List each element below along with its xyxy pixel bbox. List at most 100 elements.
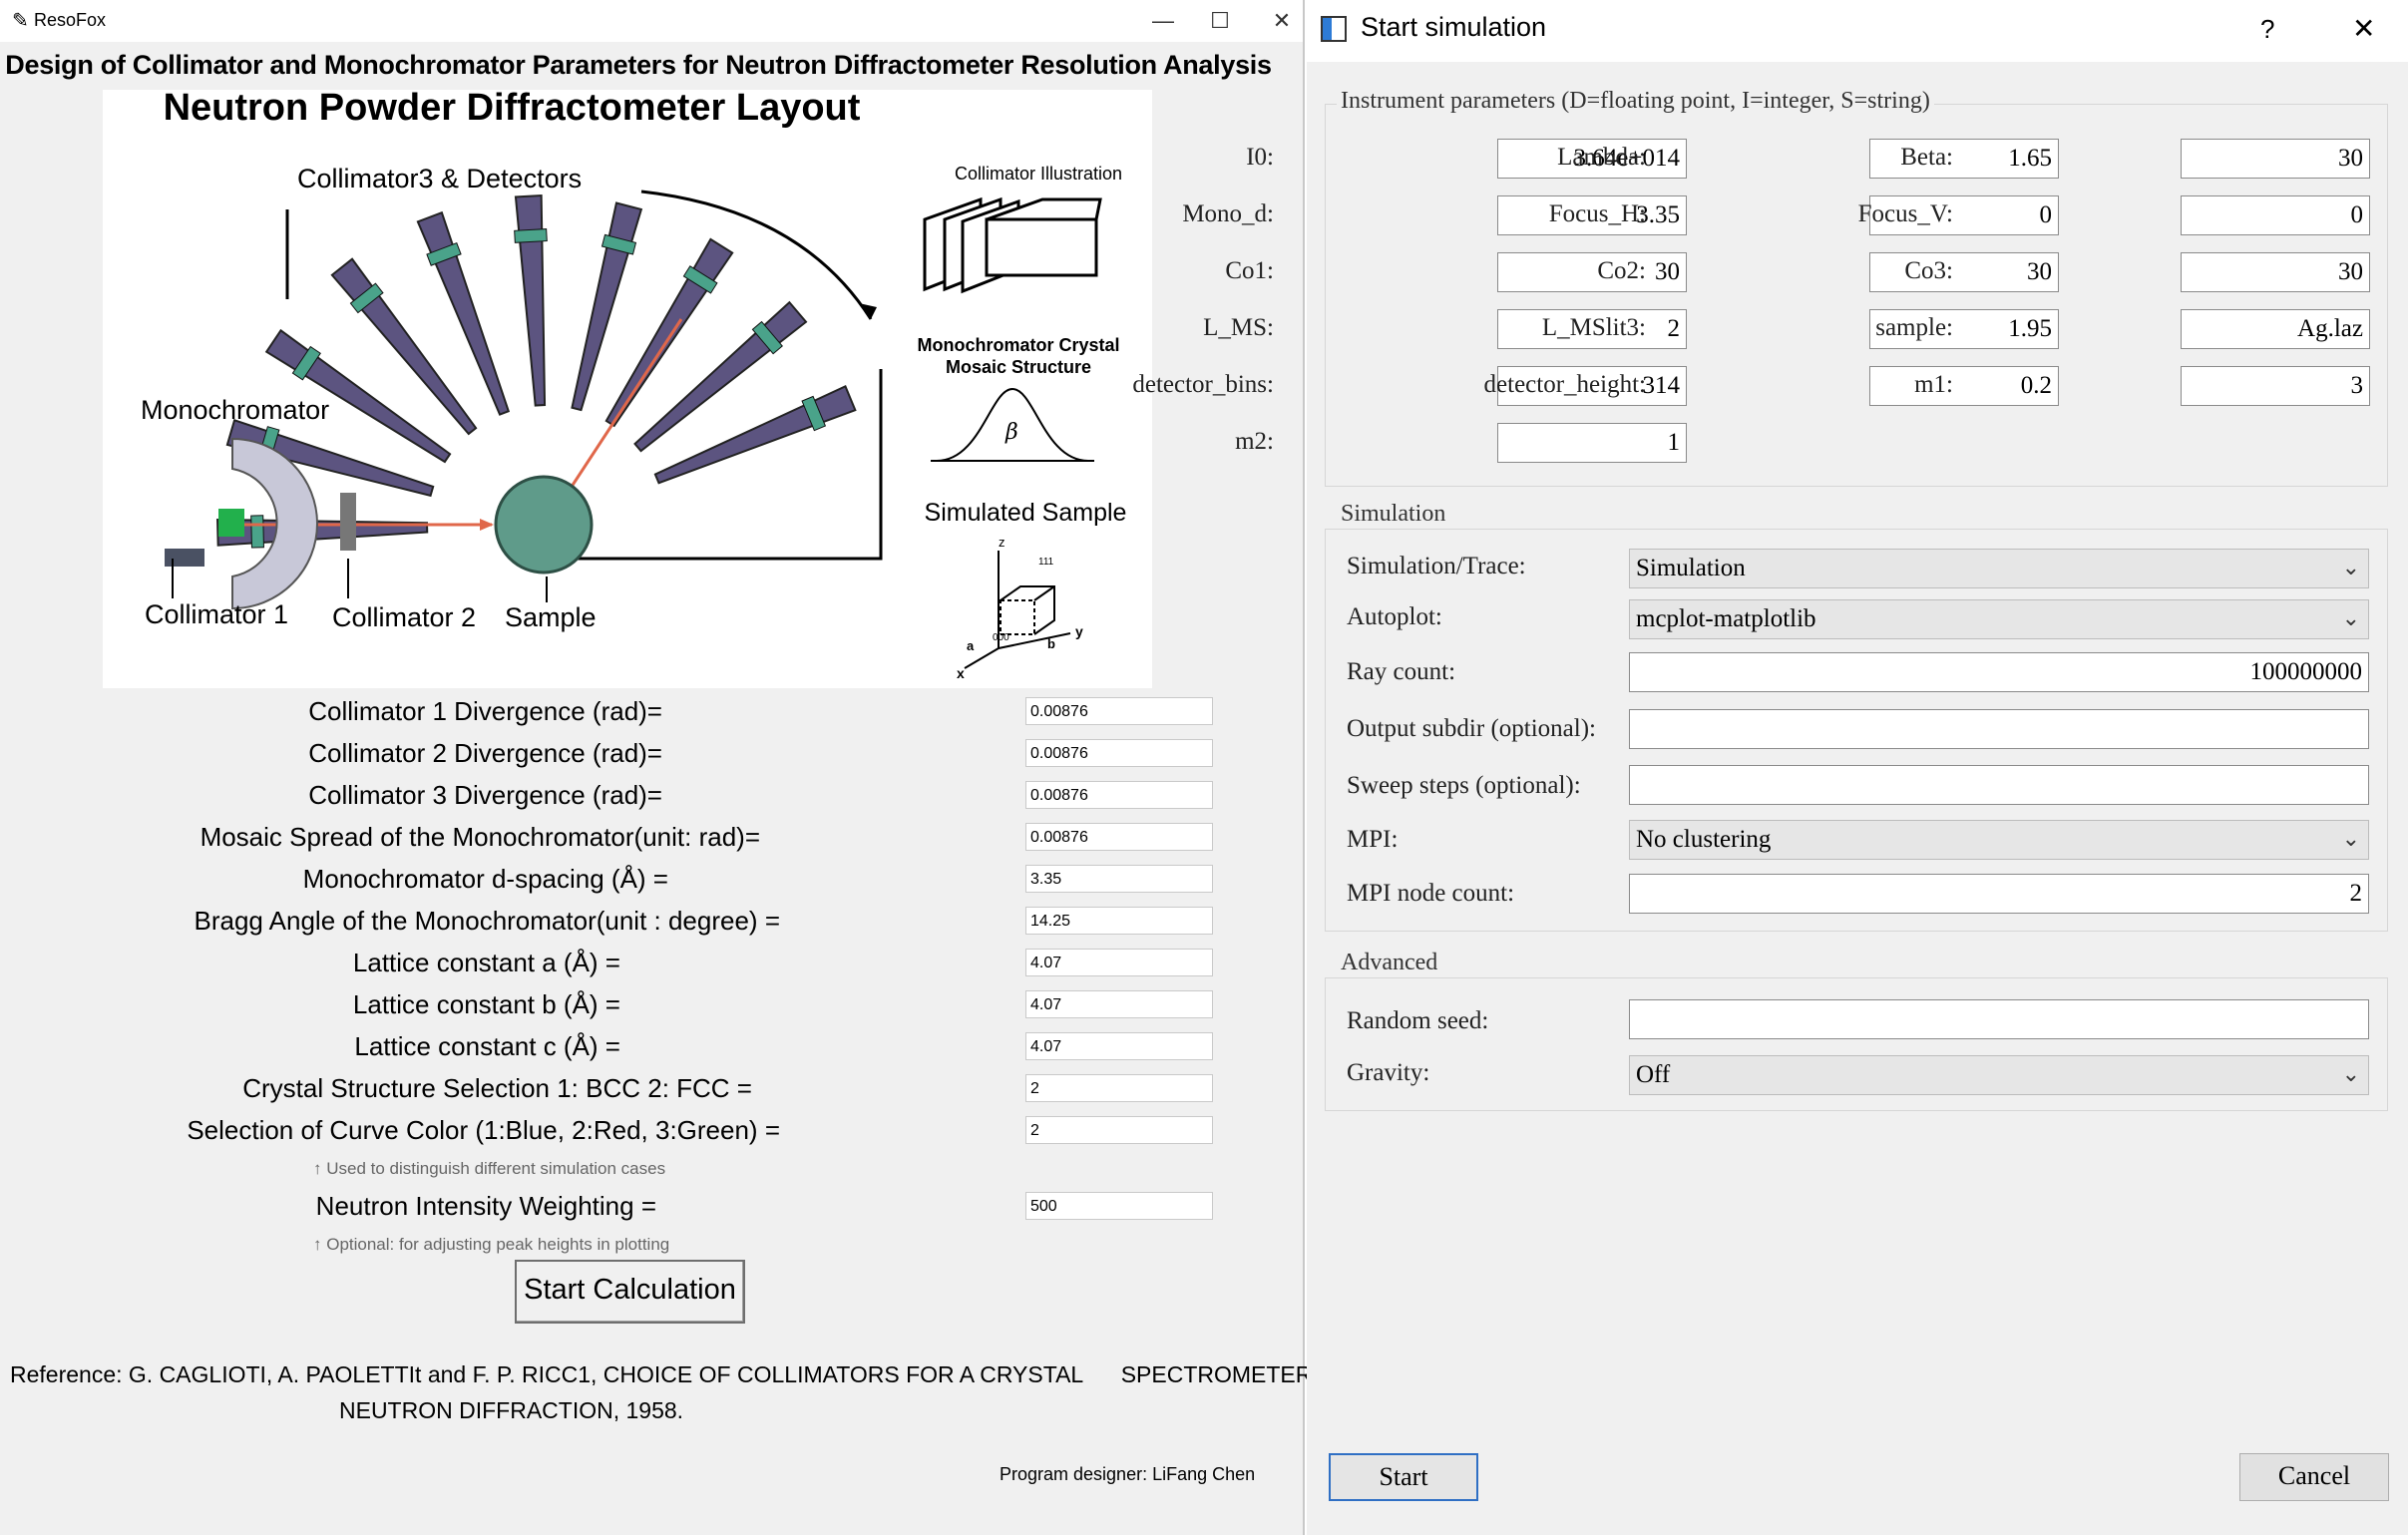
param-lambda-input[interactable]: 1.65 <box>1869 139 2059 179</box>
param-co3-input[interactable]: 30 <box>2181 252 2370 292</box>
param-co2-label: Co2: <box>1597 257 1646 284</box>
dialog-titlebar: Start simulation ? ✕ <box>1307 0 2408 62</box>
mosaic-label-1: Monochromator Crystal <box>917 335 1119 355</box>
collimator-illustration-label: Collimator Illustration <box>955 164 1122 184</box>
start-button[interactable]: Start <box>1329 1453 1478 1501</box>
maximize-button[interactable]: ☐ <box>1200 4 1240 38</box>
param-label: Crystal Structure Selection 1: BCC 2: FC… <box>242 1073 752 1103</box>
monochromator-crystal <box>218 509 244 537</box>
chevron-down-icon: ⌄ <box>2341 556 2360 580</box>
d-spacing-input[interactable]: 3.35 <box>1025 865 1213 893</box>
gravity-value: Off <box>1636 1061 1671 1088</box>
curve-color-note: ↑ Used to distinguish different simulati… <box>313 1159 666 1178</box>
output-subdir-label: Output subdir (optional): <box>1347 715 1596 742</box>
param-label: Lattice constant a (Å) = <box>352 948 620 977</box>
minimize-button[interactable]: — <box>1143 4 1183 38</box>
chevron-down-icon: ⌄ <box>2341 606 2360 631</box>
param-m1-input[interactable]: 3 <box>2181 366 2370 406</box>
resofox-window: ✎ ResoFox — ☐ ✕ Design of Collimator and… <box>0 0 1367 1535</box>
sweep-steps-input[interactable] <box>1629 765 2369 805</box>
param-sample-label: sample: <box>1875 314 1953 341</box>
param-detector-bins-label: detector_bins: <box>1132 371 1274 398</box>
collimator3-label: Collimator3 & Detectors <box>297 164 582 193</box>
autoplot-select[interactable]: mcplot-matplotlib ⌄ <box>1629 599 2369 639</box>
gravity-label: Gravity: <box>1347 1059 1430 1086</box>
beta-symbol: β <box>1004 420 1018 445</box>
curve-color-input[interactable]: 2 <box>1025 1116 1213 1144</box>
simulation-trace-label: Simulation/Trace: <box>1347 553 1526 579</box>
param-m2-label: m2: <box>1235 428 1274 455</box>
param-l-mslit3-label: L_MSlit3: <box>1541 314 1646 341</box>
param-m2-input[interactable]: 1 <box>1497 423 1687 463</box>
lattice-c-input[interactable]: 4.07 <box>1025 1032 1213 1060</box>
intensity-input[interactable]: 500 <box>1025 1192 1213 1220</box>
bragg-angle-input[interactable]: 14.25 <box>1025 907 1213 935</box>
param-focus-h-label: Focus_H: <box>1548 200 1646 227</box>
intensity-label: Neutron Intensity Weighting = <box>315 1191 656 1221</box>
lattice-a-input[interactable]: 4.07 <box>1025 949 1213 976</box>
diffractometer-layout-diagram: Neutron Powder Diffractometer Layout Col… <box>103 90 1152 688</box>
param-co3-label: Co3: <box>1904 257 1953 284</box>
detector-blade <box>604 237 734 428</box>
param-label: Collimator 1 Divergence (rad)= <box>308 696 662 726</box>
collimator2-input[interactable]: 0.00876 <box>1025 739 1213 767</box>
mpi-node-count-input[interactable]: 2 <box>1629 874 2369 914</box>
help-button[interactable]: ? <box>2260 14 2274 45</box>
designer-credit: Program designer: LiFang Chen <box>1000 1464 1256 1484</box>
dialog-app-icon <box>1321 16 1347 42</box>
layout-svg: Neutron Powder Diffractometer Layout Col… <box>141 90 1126 681</box>
dialog-close-button[interactable]: ✕ <box>2352 12 2375 45</box>
mpi-value: No clustering <box>1636 826 1772 853</box>
autoplot-value: mcplot-matplotlib <box>1636 605 1816 632</box>
intensity-note: ↑ Optional: for adjusting peak heights i… <box>313 1235 670 1254</box>
mosaic-label-2: Mosaic Structure <box>946 357 1091 377</box>
param-co2-input[interactable]: 30 <box>1869 252 2059 292</box>
source-block <box>165 549 204 567</box>
param-focus-v-label: Focus_V: <box>1857 200 1953 227</box>
collimator3-input[interactable]: 0.00876 <box>1025 781 1213 809</box>
sample-label: Sample <box>505 602 597 632</box>
lattice-b-input[interactable]: 4.07 <box>1025 990 1213 1018</box>
random-seed-input[interactable] <box>1629 999 2369 1039</box>
advanced-group-title: Advanced <box>1337 950 1442 976</box>
param-co1-label: Co1: <box>1225 257 1274 284</box>
mpi-label: MPI: <box>1347 826 1399 853</box>
simulation-trace-select[interactable]: Simulation ⌄ <box>1629 549 2369 588</box>
collimator1-input[interactable]: 0.00876 <box>1025 697 1213 725</box>
param-m1-label: m1: <box>1914 371 1953 398</box>
miller-000: 000 <box>993 632 1009 643</box>
output-subdir-input[interactable] <box>1629 709 2369 749</box>
param-l-ms-label: L_MS: <box>1203 314 1274 341</box>
page-heading: Design of Collimator and Monochromator P… <box>5 50 1272 80</box>
cancel-button[interactable]: Cancel <box>2239 1453 2389 1501</box>
param-label: Bragg Angle of the Monochromator(unit : … <box>194 906 780 936</box>
mosaic-spread-input[interactable]: 0.00876 <box>1025 823 1213 851</box>
sample-circle <box>494 475 594 575</box>
param-detector-height-input[interactable]: 0.2 <box>1869 366 2059 406</box>
param-co1-input[interactable]: 30 <box>1497 252 1687 292</box>
mpi-node-count-label: MPI node count: <box>1347 880 1515 907</box>
axis-a: a <box>967 638 975 653</box>
autoplot-label: Autoplot: <box>1347 603 1442 630</box>
chevron-down-icon: ⌄ <box>2341 827 2360 852</box>
ray-count-input[interactable]: 100000000 <box>1629 652 2369 692</box>
sweep-steps-label: Sweep steps (optional): <box>1347 772 1581 799</box>
random-seed-label: Random seed: <box>1347 1007 1489 1034</box>
start-simulation-dialog: Start simulation ? ✕ Instrument paramete… <box>1132 0 2408 1535</box>
param-i0-label: I0: <box>1246 144 1274 171</box>
crystal-structure-input[interactable]: 2 <box>1025 1074 1213 1102</box>
instrument-group-title: Instrument parameters (D=floating point,… <box>1337 88 1934 115</box>
reference-line-2: NEUTRON DIFFRACTION, 1958. <box>339 1397 684 1423</box>
gravity-select[interactable]: Off ⌄ <box>1629 1055 2369 1095</box>
start-calculation-button[interactable]: Start Calculation <box>515 1260 745 1324</box>
mpi-select[interactable]: No clustering ⌄ <box>1629 820 2369 860</box>
param-label: Collimator 2 Divergence (rad)= <box>308 738 662 768</box>
close-button[interactable]: ✕ <box>1262 4 1302 38</box>
param-beta-input[interactable]: 30 <box>2181 139 2370 179</box>
simulation-group-title: Simulation <box>1337 501 1450 528</box>
param-label: Lattice constant c (Å) = <box>354 1031 620 1061</box>
ray-count-label: Ray count: <box>1347 658 1456 685</box>
param-focus-v-input[interactable]: 0 <box>2181 195 2370 235</box>
param-sample-input[interactable]: Ag.laz <box>2181 309 2370 349</box>
simulation-trace-value: Simulation <box>1636 555 1746 581</box>
